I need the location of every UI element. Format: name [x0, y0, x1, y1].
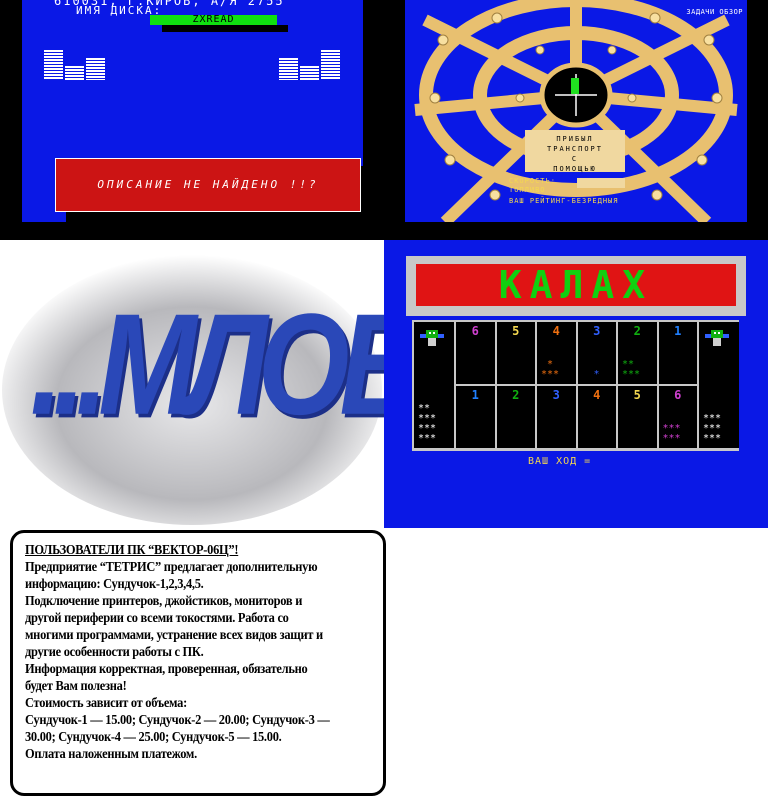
ad-paragraph: Оплата наложенным платежом.: [25, 746, 197, 761]
ad-heading: ПОЛЬЗОВАТЕЛИ ПК “ВЕКТОР-06Ц”!: [25, 542, 239, 557]
pit-number: 1: [471, 388, 479, 402]
top-pit: 5: [496, 322, 535, 384]
kalah-game-screen: КАЛАХ ** *** *** *** *** *** *** 6 5 4 * ***…: [384, 240, 768, 528]
bottom-pit: 6 *** ***: [658, 386, 697, 448]
pit-seeds: *: [581, 369, 600, 380]
top-pit: 2 ** ***: [618, 322, 657, 384]
game-title: КАЛАХ: [416, 264, 736, 306]
status-message-box: ПРИБЫЛ ТРАНСПОРТ С ПОМОЩЬЮ: [525, 130, 625, 173]
space-game-area: ЗАДАЧИ ОБЗОР ПРИБЫЛ ТРАНСПОРТ С ПОМОЩЬЮ …: [405, 0, 747, 222]
pit-number: 1: [674, 324, 682, 338]
rating-label: ВАШ РЕЙТИНГ-БЕЗРЕДНЫЯ: [509, 197, 619, 205]
bottom-pit: 3: [537, 386, 576, 448]
disk-name-shadow: [162, 25, 288, 32]
status-message-line: С: [571, 155, 579, 163]
robot-player-icon: [420, 330, 444, 346]
mode-label: ЗАДАЧИ ОБЗОР: [686, 8, 743, 16]
right-store: *** *** ***: [699, 322, 739, 448]
pit-seeds: * ***: [541, 359, 560, 380]
pit-number: 6: [471, 324, 479, 338]
advertisement-box: ПОЛЬЗОВАТЕЛИ ПК “ВЕКТОР-06Ц”! Предприяти…: [10, 530, 386, 796]
kalah-board: ** *** *** *** *** *** *** 6 5 4 * *** 3 * 2 **…: [412, 320, 739, 451]
bottom-pit: 2: [496, 386, 535, 448]
fuel-gauge: [577, 178, 625, 188]
status-message-line: ТРАНСПОРТ: [547, 145, 603, 153]
ad-paragraph: Сундучок-1 — 15.00; Сундучок-2 — 20.00; …: [25, 712, 330, 744]
status-message-line: ПРИБЫЛ: [556, 135, 594, 143]
pit-number: 4: [552, 324, 560, 338]
ad-paragraph: Предприятие “ТЕТРИС” предлагает дополнит…: [25, 559, 318, 591]
ad-paragraph: Стоимость зависит от объема:: [25, 695, 187, 710]
speed-label: СКОРОСТЬ:: [509, 177, 556, 185]
top-pit: 3 *: [577, 322, 616, 384]
pit-seeds: *** ***: [662, 423, 681, 444]
pit-number: 6: [674, 388, 682, 402]
right-level-meter: [279, 50, 340, 80]
bottom-pit: 5: [618, 386, 657, 448]
logo-panel: ...МЛОВТ: [0, 240, 384, 528]
ad-paragraph: Информация корректная, проверенная, обяз…: [25, 661, 308, 693]
pit-number: 3: [552, 388, 560, 402]
error-message-box: ОПИСАНИЕ НЕ НАЙДЕНО !!?: [55, 158, 361, 212]
advertisement-text: ПОЛЬЗОВАТЕЛИ ПК “ВЕКТОР-06Ц”! Предприяти…: [25, 541, 333, 762]
pit-number: 5: [512, 324, 520, 338]
pit-number: 4: [593, 388, 601, 402]
pit-number: 2: [512, 388, 520, 402]
top-pit: 1: [658, 322, 697, 384]
disk-name-value: ZXREAD: [150, 15, 277, 25]
zx-disk-screen: 610031, Г.КИРОВ, А/Я 2755 ИМЯ ДИСКА: ZXR…: [0, 0, 384, 240]
fuel-label: ТОПЛИВО: [509, 186, 546, 194]
kalah-game-area: КАЛАХ ** *** *** *** *** *** *** 6 5 4 * ***…: [384, 240, 768, 528]
company-logo: ...МЛОВТ: [30, 284, 384, 446]
status-message-line: ПОМОЩЬЮ: [553, 165, 597, 173]
left-store: ** *** *** ***: [414, 322, 454, 448]
bottom-pit: 4: [577, 386, 616, 448]
shuttle-marker: [571, 78, 579, 94]
robot-player-icon: [705, 330, 729, 346]
pit-number: 3: [593, 324, 601, 338]
turn-prompt: ВАШ ХОД =: [528, 456, 592, 467]
top-pit: 4 * ***: [537, 322, 576, 384]
station-wheel-graphic: [414, 0, 738, 222]
right-store-seeds: *** *** ***: [703, 413, 722, 444]
pit-seeds: ** ***: [622, 359, 641, 380]
pit-number: 5: [633, 388, 641, 402]
left-store-seeds: ** *** *** ***: [418, 403, 437, 444]
zx-disk-screen-area: 610031, Г.КИРОВ, А/Я 2755 ИМЯ ДИСКА: ZXR…: [22, 0, 363, 222]
bottom-pit: 1: [456, 386, 495, 448]
space-game-screen: ЗАДАЧИ ОБЗОР ПРИБЫЛ ТРАНСПОРТ С ПОМОЩЬЮ …: [384, 0, 768, 240]
pit-number: 2: [633, 324, 641, 338]
ad-paragraph: Подключение принтеров, джойстиков, монит…: [25, 593, 323, 659]
left-level-meter: [44, 50, 105, 80]
top-pit: 6: [456, 322, 495, 384]
